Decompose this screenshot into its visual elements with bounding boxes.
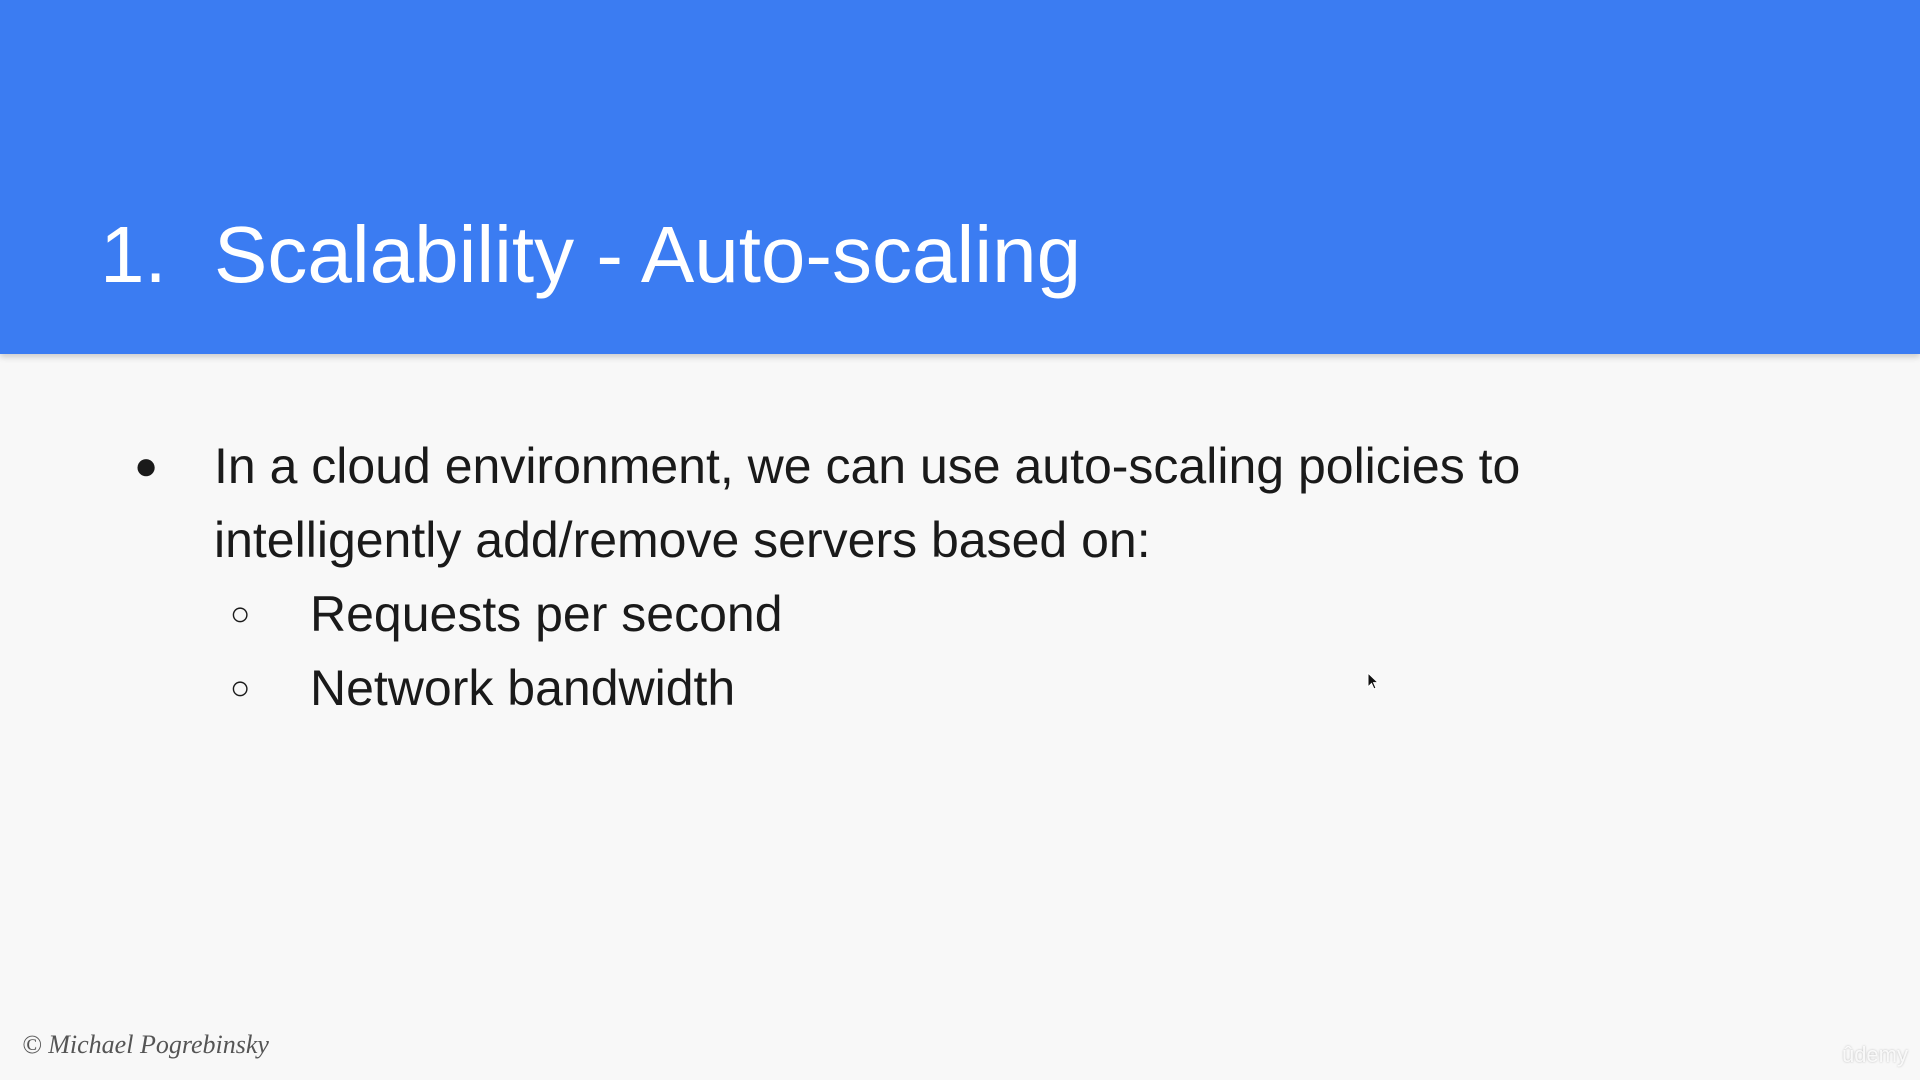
sub-bullet-item: ○ Network bandwidth bbox=[230, 651, 783, 725]
bullet-text: In a cloud environment, we can use auto-… bbox=[214, 438, 1521, 568]
slide-header: 1. Scalability - Auto-scaling bbox=[0, 0, 1920, 354]
slide-body: ● In a cloud environment, we can use aut… bbox=[0, 354, 1920, 1080]
sub-bullet-list: ○ Requests per second ○ Network bandwidt… bbox=[230, 577, 783, 725]
bullet-marker: ● bbox=[134, 444, 159, 488]
udemy-watermark: ûdemy bbox=[1841, 1042, 1908, 1067]
copyright-credit: © Michael Pogrebinsky bbox=[22, 1030, 269, 1059]
slide: 1. Scalability - Auto-scaling ● In a clo… bbox=[0, 0, 1920, 1080]
sub-bullet-item: ○ Requests per second bbox=[230, 577, 783, 651]
title-number: 1. bbox=[100, 210, 167, 299]
bullet-item: ● In a cloud environment, we can use aut… bbox=[134, 429, 1694, 577]
mouse-pointer-icon bbox=[1367, 672, 1379, 690]
slide-title: 1. Scalability - Auto-scaling bbox=[100, 200, 1081, 310]
sub-bullet-marker: ○ bbox=[230, 669, 251, 707]
title-text: Scalability - Auto-scaling bbox=[214, 210, 1082, 299]
sub-bullet-text: Requests per second bbox=[310, 586, 783, 642]
sub-bullet-text: Network bandwidth bbox=[310, 660, 736, 716]
sub-bullet-marker: ○ bbox=[230, 595, 251, 633]
